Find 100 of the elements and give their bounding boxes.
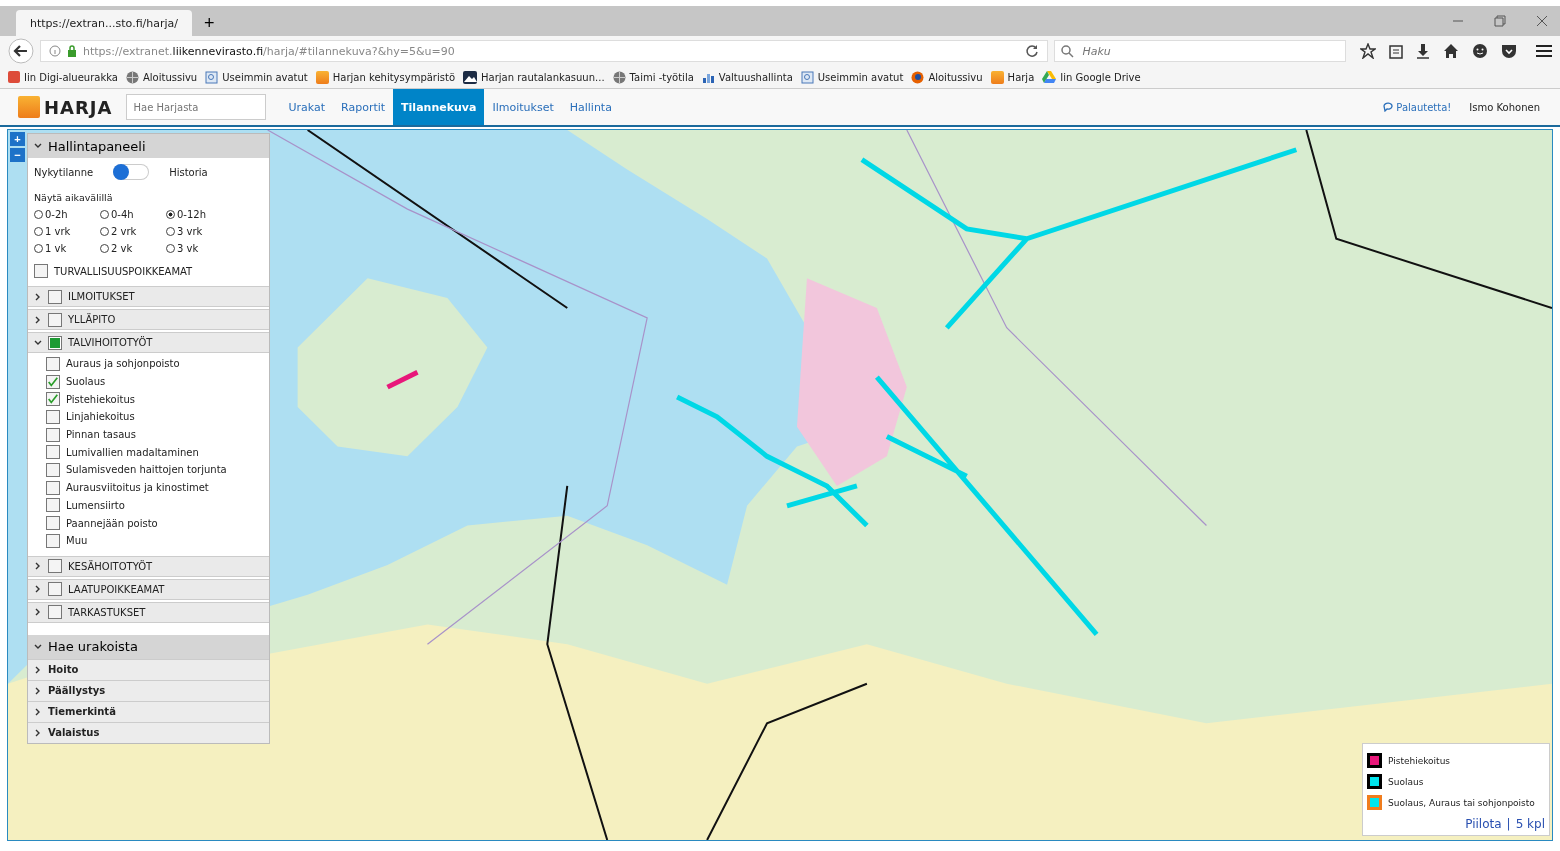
toggle-label: Nykytilanne [34, 166, 94, 178]
checkbox[interactable] [48, 605, 62, 620]
bookmark-label: Taimi -työtila [629, 71, 694, 83]
search-bar[interactable]: Haku [1054, 40, 1346, 62]
panel-header[interactable]: Hallintapaneeli [28, 134, 269, 158]
checkbox-label: Paannejään poisto [66, 517, 158, 529]
layer-group-header[interactable]: TARKASTUKSET [28, 601, 269, 623]
download-icon[interactable] [1416, 43, 1430, 59]
bookmark-item[interactable]: Aloitussivu [911, 70, 983, 84]
category-label: Hoito [48, 664, 79, 676]
checkbox[interactable] [46, 409, 60, 424]
contract-category[interactable]: Valaistus [28, 721, 269, 743]
checkbox[interactable] [46, 480, 60, 495]
checkbox-label: Muu [66, 535, 88, 547]
radio-option[interactable]: 0-2h [34, 209, 100, 220]
checkbox[interactable] [46, 533, 60, 548]
checkbox[interactable] [46, 356, 60, 371]
smiley-icon[interactable] [1472, 43, 1488, 59]
category-label: Päällystys [48, 685, 106, 697]
bookmark-item[interactable]: Aloitussivu [125, 70, 198, 84]
bookmark-label: Aloitussivu [142, 71, 198, 83]
checkbox-label: Lumensiirto [66, 499, 125, 511]
checkbox[interactable] [46, 516, 60, 531]
checkbox[interactable] [46, 445, 60, 460]
clipboard-icon[interactable] [1389, 43, 1403, 59]
radio-option[interactable]: 3 vk [166, 243, 232, 254]
radio-option[interactable]: 3 vrk [166, 226, 232, 237]
menu-icon[interactable] [1536, 44, 1552, 58]
checkbox[interactable] [46, 374, 60, 389]
contract-category[interactable]: Päällystys [28, 679, 269, 701]
reload-icon[interactable] [1025, 44, 1040, 58]
bookmark-label: Useimmin avatut [817, 71, 904, 83]
radio-option[interactable]: 1 vk [34, 243, 100, 254]
address-bar[interactable]: https://extranet.liikennevirasto.fi/harja/#tilannekuva?&hy=5&u=90 [39, 40, 1049, 62]
mountain-icon [463, 70, 477, 84]
checkbox[interactable] [34, 264, 48, 278]
checkbox[interactable] [46, 427, 60, 442]
harja-logo-icon [18, 96, 40, 118]
checkbox[interactable] [48, 559, 62, 574]
layer-group-header[interactable]: KESÄHOITOTYÖT [28, 555, 269, 577]
layer-group-header[interactable]: YLLÄPITO [28, 309, 269, 330]
nav-tab[interactable]: Raportit [333, 89, 394, 125]
bookmark-item[interactable]: Harjan rautalankasuun... [463, 70, 605, 84]
info-icon[interactable] [48, 45, 61, 57]
nav-tab[interactable]: Hallinta [561, 89, 620, 125]
layer-group-header[interactable]: ILMOITUKSET [28, 286, 269, 307]
globe-icon [612, 70, 626, 84]
radio-option[interactable]: 2 vrk [100, 226, 166, 237]
search-icon [1061, 44, 1075, 58]
new-tab-button[interactable]: + [198, 10, 221, 36]
zoom-out-button[interactable]: − [10, 148, 25, 162]
checkbox-label: Suolaus [66, 376, 106, 388]
bookmark-item[interactable]: Useimmin avatut [800, 70, 904, 84]
layer-group-header[interactable]: TALVIHOITOTYÖT [28, 332, 269, 353]
user-name[interactable]: Ismo Kohonen [1469, 101, 1540, 113]
nav-tab[interactable]: Urakat [280, 89, 334, 125]
pocket-icon[interactable] [1501, 43, 1517, 59]
nav-tab[interactable]: Ilmoitukset [484, 89, 562, 125]
close-icon[interactable] [1536, 15, 1548, 27]
bookmark-item[interactable]: Harja [990, 70, 1035, 84]
bookmark-item[interactable]: Harjan kehitysympäristö [315, 70, 455, 84]
lock-icon [66, 45, 77, 57]
radio-option[interactable]: 0-4h [100, 209, 166, 220]
browser-tab[interactable]: https://extran...sto.fi/harja/ [16, 10, 192, 36]
bookmark-label: Iin Google Drive [1060, 71, 1141, 83]
checkbox[interactable] [48, 312, 62, 327]
feedback-link[interactable]: Palautetta! [1383, 101, 1452, 113]
radio-option[interactable]: 2 vk [100, 243, 166, 254]
radio-option[interactable]: 1 vrk [34, 226, 100, 237]
legend-label: Pistehiekoitus [1388, 755, 1451, 766]
chevron-icon [34, 642, 42, 651]
checkbox-label: Auraus ja sohjonpoisto [66, 358, 180, 370]
bookmark-item[interactable]: Valtuushallinta [701, 70, 793, 84]
contract-category[interactable]: Hoito [28, 658, 269, 680]
checkbox-label: Lumivallien madaltaminen [66, 446, 199, 458]
group-label: LAATUPOIKKEAMAT [68, 583, 165, 595]
legend-label: Suolaus, Auraus tai sohjonpoisto [1388, 797, 1535, 808]
nav-tab[interactable]: Tilannekuva [393, 89, 485, 125]
bookmark-label: Harja [1007, 71, 1035, 83]
hide-link[interactable]: Piilota [1465, 817, 1502, 831]
radio-button[interactable] [166, 210, 175, 219]
contract-category[interactable]: Tiemerkintä [28, 700, 269, 722]
restore-icon[interactable] [1494, 15, 1506, 27]
group-label: KESÄHOITOTYÖT [68, 560, 153, 572]
star-icon[interactable] [1360, 43, 1376, 59]
checkbox[interactable] [46, 498, 60, 513]
panel-header[interactable]: Hae urakoista [28, 634, 269, 659]
home-icon[interactable] [1443, 43, 1459, 59]
zoom-in-button[interactable]: + [10, 132, 25, 146]
checkbox[interactable] [48, 289, 62, 304]
layer-group-header[interactable]: LAATUPOIKKEAMAT [28, 578, 269, 600]
checkbox[interactable] [48, 582, 62, 597]
search-field[interactable]: Hae Harjasta [126, 94, 267, 120]
bookmark-item[interactable]: Taimi -työtila [612, 70, 694, 84]
radio-option[interactable]: 0-12h [166, 209, 232, 220]
bookmark-item[interactable]: Useimmin avatut [205, 70, 308, 84]
bookmark-item[interactable]: Iin Google Drive [1042, 71, 1141, 83]
checkbox[interactable] [48, 335, 62, 350]
checkbox[interactable] [46, 462, 60, 477]
checkbox[interactable] [46, 392, 60, 407]
